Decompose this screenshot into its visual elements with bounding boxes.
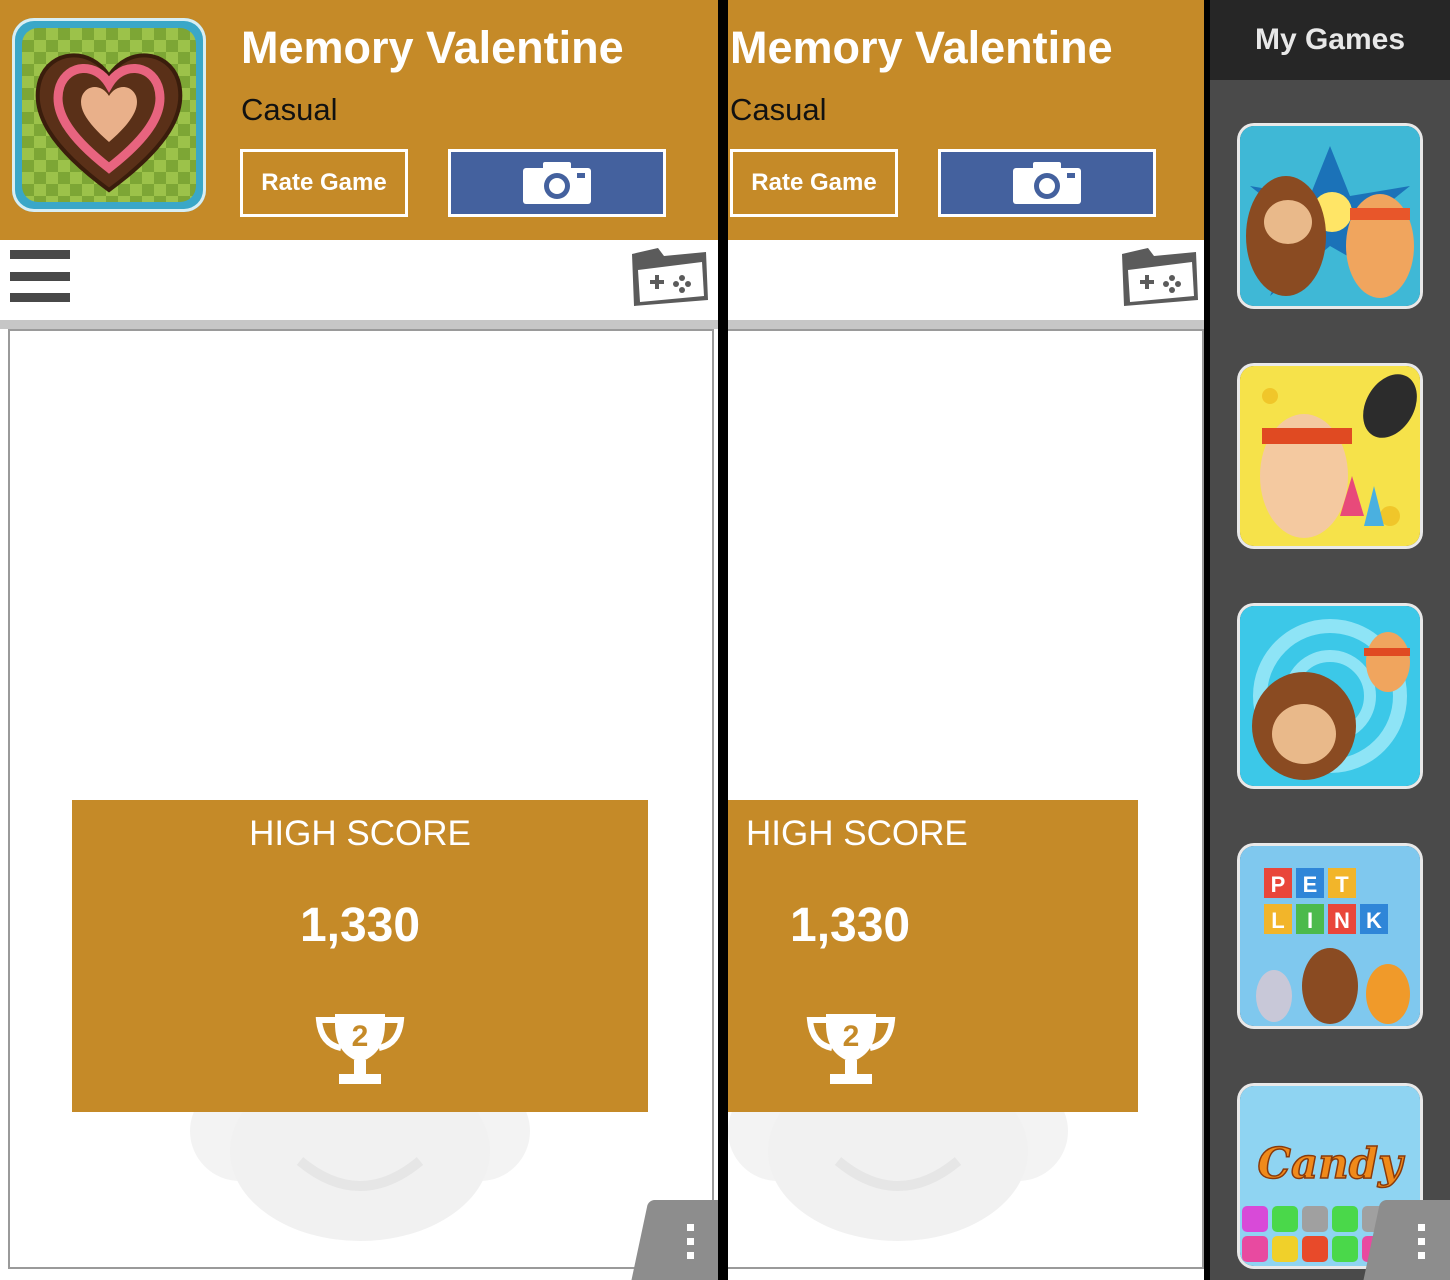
hamburger-menu-icon[interactable]: [10, 250, 70, 302]
high-score-label: HIGH SCORE: [746, 814, 968, 853]
ninja-rabbit-rockets-icon[interactable]: [1240, 366, 1420, 546]
camera-icon: [523, 162, 591, 204]
game-panel-primary: Memory Valentine Casual Rate Game HIGH S…: [0, 0, 718, 1280]
rate-game-button[interactable]: Rate Game: [240, 149, 408, 217]
monkey-vs-rabbit-icon[interactable]: [1240, 126, 1420, 306]
game-title: Memory Valentine: [730, 22, 1113, 73]
screenshot-camera-button[interactable]: [938, 149, 1156, 217]
memory-valentine-app-icon: [12, 18, 206, 212]
trophy-icon: 2: [315, 1014, 405, 1084]
monkey-watermark-icon: [190, 1091, 530, 1241]
high-score-card: HIGH SCORE 1,330 2: [72, 800, 648, 1112]
game-folder-gamepad-icon[interactable]: [628, 244, 710, 308]
game-panel-secondary: Memory Valentine Casual Rate Game HIGH S…: [728, 0, 1204, 1280]
svg-text:P: P: [1271, 872, 1286, 897]
trophy-rank-text: 2: [843, 1020, 860, 1053]
high-score-card: HIGH SCORE 1,330 2: [728, 800, 1138, 1112]
camera-icon: [1013, 162, 1081, 204]
trophy-rank-text: 2: [352, 1020, 369, 1053]
high-score-value: 1,330: [299, 899, 421, 952]
svg-text:I: I: [1307, 908, 1313, 933]
game-content-area: [8, 329, 714, 1269]
trophy-icon: 2: [806, 1014, 896, 1084]
game-category: Casual: [730, 92, 827, 127]
pet-link-icon[interactable]: P E T L I N K: [1240, 846, 1420, 1026]
game-header: Memory Valentine Casual Rate Game: [728, 0, 1204, 240]
overflow-menu-icon[interactable]: [687, 1224, 694, 1259]
monkey-and-rabbit-spiral-icon[interactable]: [1240, 606, 1420, 786]
screenshot-camera-button[interactable]: [448, 149, 666, 217]
game-title: Memory Valentine: [241, 22, 624, 73]
my-games-title: My Games: [1210, 0, 1450, 80]
my-games-sidebar: My Games P E T L I N K Candy: [1210, 0, 1450, 1280]
overflow-menu-icon[interactable]: [1418, 1224, 1425, 1259]
game-content-area: [728, 329, 1204, 1269]
rate-game-button[interactable]: Rate Game: [730, 149, 898, 217]
game-header: Memory Valentine Casual Rate Game: [0, 0, 718, 240]
monkey-watermark-icon: [728, 1091, 1068, 1241]
svg-text:E: E: [1303, 872, 1318, 897]
high-score-value: 1,330: [790, 899, 911, 952]
game-category: Casual: [241, 92, 338, 127]
high-score-label: HIGH SCORE: [249, 814, 471, 853]
svg-text:N: N: [1334, 908, 1350, 933]
svg-text:T: T: [1335, 872, 1349, 897]
svg-text:Candy: Candy: [1258, 1139, 1406, 1188]
game-folder-gamepad-icon[interactable]: [1118, 244, 1200, 308]
svg-text:K: K: [1366, 908, 1382, 933]
header-divider: [728, 320, 1204, 329]
header-divider: [0, 320, 718, 329]
svg-text:L: L: [1271, 908, 1284, 933]
toolbar: [0, 240, 718, 320]
